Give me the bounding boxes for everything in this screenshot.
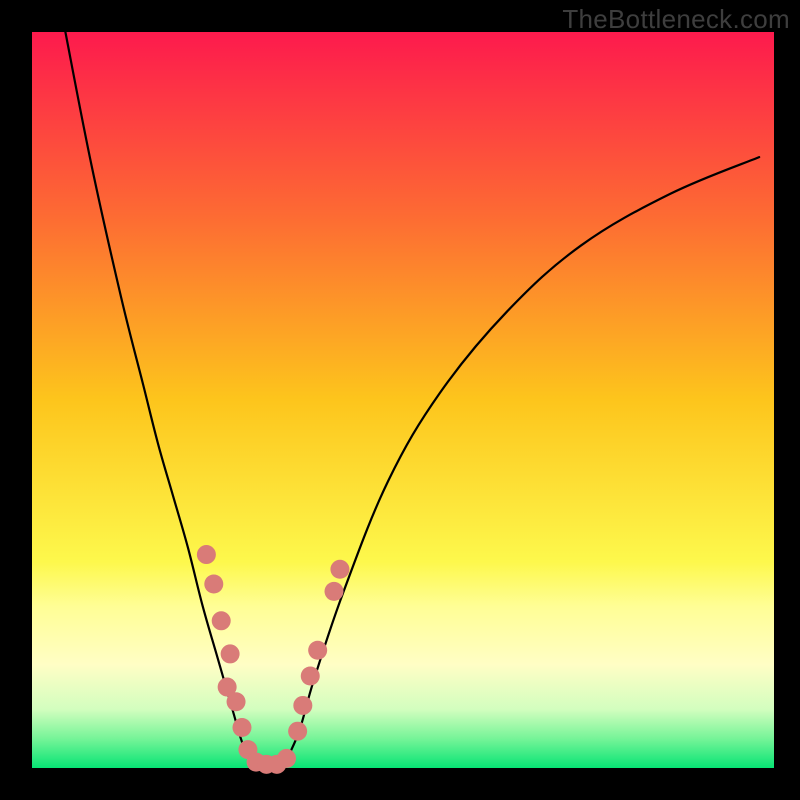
data-point [197,545,216,564]
data-point [293,696,312,715]
data-point [277,749,296,768]
data-point [232,718,251,737]
data-point [301,667,320,686]
chart-svg [0,0,800,800]
plot-background [32,32,774,768]
data-point [288,722,307,741]
data-point [221,644,240,663]
data-point [324,582,343,601]
data-point [330,560,349,579]
data-point [227,692,246,711]
data-point [212,611,231,630]
data-point [204,575,223,594]
data-point [308,641,327,660]
chart-frame: TheBottleneck.com [0,0,800,800]
watermark-text: TheBottleneck.com [562,4,790,35]
